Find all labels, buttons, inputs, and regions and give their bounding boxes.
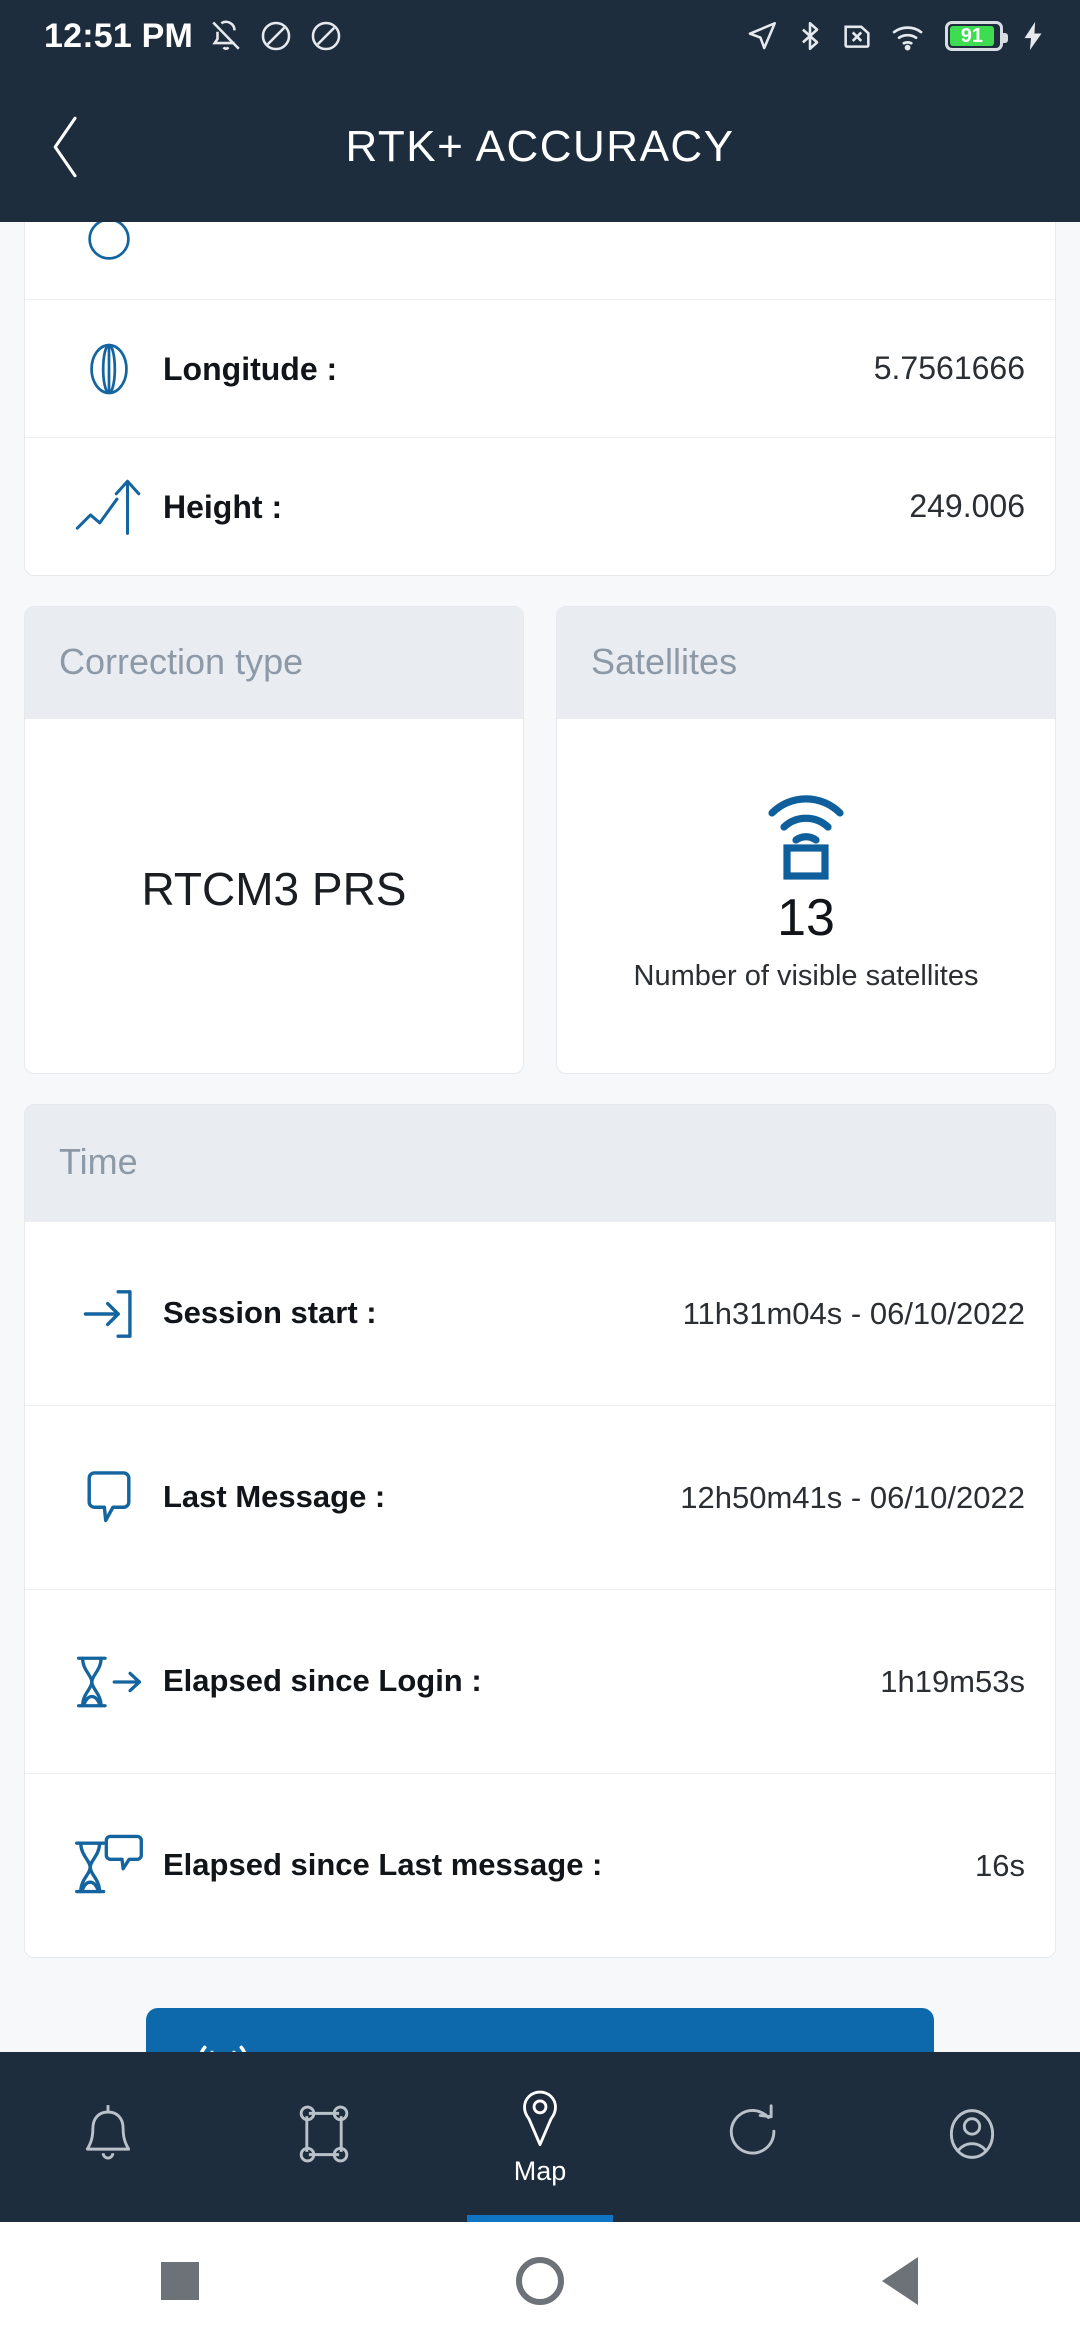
chevron-left-icon	[53, 116, 77, 178]
correction-type-card: Correction type RTCM3 PRS	[24, 606, 524, 1074]
row-value: 5.7561666	[873, 350, 1025, 386]
satellites-caption: Number of visible satellites	[633, 959, 979, 992]
sim-card-off-icon	[844, 25, 870, 48]
time-header: Time	[25, 1105, 1055, 1221]
satellites-card: Satellites 13 Number of visible satellit…	[556, 606, 1056, 1074]
bluetooth-icon	[802, 21, 819, 51]
nav-item-area[interactable]	[216, 2052, 432, 2222]
wifi-icon	[892, 26, 923, 51]
satellites-count: 13	[777, 888, 835, 947]
status-clock: 12:51 PM	[44, 16, 194, 55]
status-bar-left: 12:51 PM	[44, 17, 343, 56]
bell-icon	[85, 2105, 131, 2160]
app-bar: RTK+ ACCURACY	[0, 72, 1080, 222]
hourglass-message-icon	[75, 1834, 143, 1893]
table-row[interactable]: Elapsed since Last message : 16s	[25, 1773, 1055, 1957]
row-value: 16s	[975, 1847, 1025, 1883]
table-row[interactable]: Last Message : 12h50m41s - 06/10/2022	[25, 1405, 1055, 1589]
row-label: Longitude :	[163, 350, 338, 387]
satellite-signal-icon	[768, 794, 844, 880]
time-card: Time Session start : 11h31m04s - 06/10/2…	[24, 1104, 1056, 1958]
row-value: 11h31m04s - 06/10/2022	[682, 1295, 1025, 1331]
position-card: Longitude : 5.7561666 Height : 249.006	[24, 222, 1056, 576]
message-bubble-icon	[87, 1470, 131, 1522]
show-nearby-rovers-button[interactable]: Show nearby rovers and stations	[146, 2008, 934, 2052]
home-button[interactable]	[480, 2231, 600, 2331]
circle-icon	[516, 2257, 564, 2305]
nav-item-history[interactable]	[648, 2052, 864, 2222]
map-pin-icon	[523, 2090, 557, 2146]
table-row[interactable]	[25, 222, 1055, 299]
location-arrow-icon	[748, 21, 777, 50]
history-refresh-icon	[729, 2104, 776, 2155]
height-trend-arrow-icon	[75, 479, 141, 535]
back-button[interactable]	[20, 101, 112, 193]
recent-apps-button[interactable]	[120, 2231, 240, 2331]
latitude-globe-icon	[88, 222, 130, 260]
row-label: Session start :	[163, 1295, 377, 1331]
row-label: Height :	[163, 488, 283, 525]
battery-percent-label: 91	[960, 25, 983, 47]
user-account-icon	[949, 2109, 995, 2159]
nav-item-account[interactable]	[864, 2052, 1080, 2222]
summary-cards: Correction type RTCM3 PRS Satellites 13 …	[24, 606, 1056, 1074]
hourglass-arrow-icon	[76, 1656, 142, 1707]
page-title: RTK+ ACCURACY	[345, 122, 735, 171]
login-arrow-icon	[83, 1289, 132, 1338]
row-label: Elapsed since Last message :	[163, 1847, 603, 1883]
row-value: 12h50m41s - 06/10/2022	[680, 1479, 1025, 1515]
battery-fill: 91	[950, 26, 994, 46]
row-value: 249.006	[909, 488, 1025, 524]
system-navigation-bar	[0, 2222, 1080, 2340]
row-label: Elapsed since Login :	[163, 1663, 482, 1699]
app-screen: 12:51 PM 91 RTK+ ACCURACY Longitude: 5.…	[0, 0, 1080, 2340]
table-row[interactable]: Elapsed since Login : 1h19m53s	[25, 1589, 1055, 1773]
correction-type-header: Correction type	[25, 607, 523, 719]
row-label: Last Message :	[163, 1479, 386, 1515]
nav-item-alerts[interactable]	[0, 2052, 216, 2222]
do-not-disturb-icon	[261, 21, 291, 51]
polygon-area-icon	[299, 2105, 349, 2163]
satellites-header: Satellites	[557, 607, 1055, 719]
nav-item-map[interactable]: Map	[432, 2052, 648, 2222]
do-not-disturb-icon	[311, 21, 341, 51]
status-bar: 12:51 PM 91	[0, 0, 1080, 72]
triangle-left-icon	[882, 2257, 918, 2305]
charging-bolt-icon	[1024, 21, 1042, 51]
nav-label: Map	[513, 2155, 567, 2186]
scroll-content[interactable]: Longitude : 5.7561666 Height : 249.006 C…	[0, 222, 1080, 2052]
table-row[interactable]: Session start : 11h31m04s - 06/10/2022	[25, 1221, 1055, 1405]
correction-type-value: RTCM3 PRS	[141, 863, 407, 915]
battery-indicator: 91	[945, 21, 1008, 51]
bottom-navigation: Map	[0, 2052, 1080, 2222]
back-button[interactable]	[840, 2231, 960, 2331]
table-row[interactable]: Height : 249.006	[25, 437, 1055, 575]
mute-bell-icon	[212, 20, 240, 50]
antenna-tower-icon	[200, 2045, 247, 2052]
latitude-globe-icon	[55, 222, 163, 270]
square-icon	[161, 2262, 199, 2300]
row-value: 1h19m53s	[880, 1663, 1025, 1699]
status-bar-right: 91	[745, 19, 1046, 53]
table-row[interactable]: Longitude : 5.7561666	[25, 299, 1055, 437]
longitude-globe-icon	[90, 343, 128, 394]
